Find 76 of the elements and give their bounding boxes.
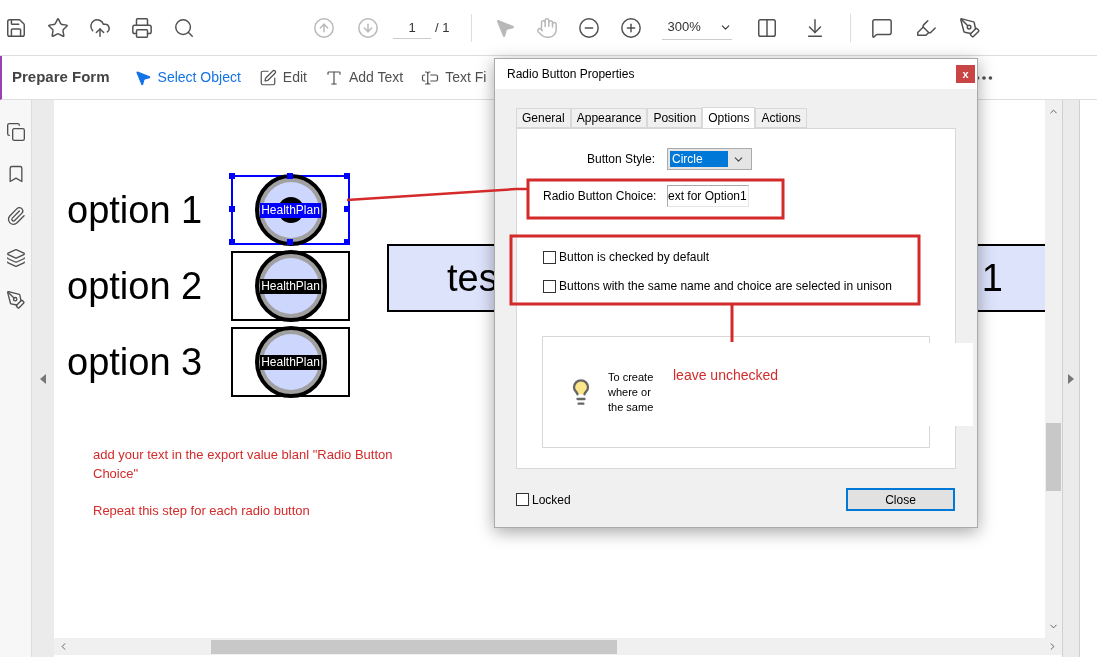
banner-text: 1 (981, 255, 1003, 301)
text-icon (324, 68, 343, 87)
dialog-tab[interactable]: Actions (755, 108, 807, 128)
instruction-note: Repeat this step for each radio button (93, 502, 311, 520)
collapse-arrow-icon[interactable] (40, 373, 46, 384)
expand-arrow-icon[interactable] (1068, 373, 1074, 384)
print-icon[interactable] (131, 16, 153, 39)
field-label: Button Style: (585, 151, 655, 168)
banner-text: tes (447, 255, 498, 301)
sign-icon[interactable] (959, 16, 982, 39)
scroll-thumb[interactable] (211, 639, 617, 654)
field-label: Radio Button Choice: (543, 188, 658, 205)
checkbox-label: Button is checked by default (559, 249, 710, 266)
close-button[interactable]: Close (846, 488, 955, 511)
resize-handle[interactable] (344, 206, 350, 212)
leader-line (730, 305, 734, 342)
zoom-dropdown[interactable]: 300% (662, 15, 733, 40)
resize-handle[interactable] (229, 206, 235, 212)
checkbox[interactable] (516, 493, 529, 506)
radio-widget[interactable]: HealthPlan (231, 175, 350, 245)
tool-button[interactable]: Edit (258, 67, 307, 88)
edit-icon (258, 68, 277, 87)
option-label: option 2 (67, 264, 204, 308)
option-label: option 1 (67, 188, 204, 232)
widget-label: HealthPlan (260, 278, 321, 294)
resize-handle[interactable] (229, 239, 235, 245)
page-total: / 1 (435, 18, 450, 37)
widget-label: HealthPlan (260, 354, 321, 370)
radio-widget[interactable]: HealthPlan (231, 251, 350, 321)
dialog-title: Radio Button Properties (507, 66, 635, 83)
fit-page-icon[interactable] (756, 16, 779, 39)
info-text: the same (608, 399, 654, 415)
search-icon[interactable] (173, 16, 195, 39)
sign-icon[interactable] (5, 290, 26, 310)
attachment-icon[interactable] (5, 206, 26, 226)
tool-button[interactable]: Text Fi (421, 67, 487, 88)
tool-button[interactable]: Add Text (324, 67, 404, 88)
widget-label: HealthPlan (260, 202, 321, 218)
vertical-scrollbar[interactable] (1045, 100, 1062, 638)
star-icon[interactable] (47, 16, 69, 39)
text-field-icon (421, 68, 440, 87)
scroll-thumb[interactable] (1046, 423, 1061, 491)
instruction-note: add your text in the export value blanl "Radio Button Choice" (93, 446, 393, 483)
resize-handle[interactable] (344, 173, 350, 179)
layers-icon[interactable] (5, 248, 26, 268)
pointer-icon (133, 68, 152, 87)
annotation-note: leave unchecked (673, 367, 779, 383)
horizontal-scrollbar[interactable] (54, 638, 1062, 655)
upload-icon[interactable] (89, 16, 111, 39)
page-field[interactable]: 1 (393, 16, 431, 39)
style-dropdown[interactable]: Circle (667, 148, 752, 170)
tool-button[interactable]: Select Object (133, 67, 241, 88)
choice-field[interactable]: ext for Option1 (667, 185, 749, 207)
resize-handle[interactable] (344, 239, 350, 245)
dialog-tab[interactable]: General (516, 108, 571, 128)
dialog-tab[interactable]: Options (702, 107, 756, 129)
checkbox-label: Buttons with the same name and choice are selected in unison (559, 278, 892, 295)
resize-handle[interactable] (286, 173, 293, 179)
zoom-in-icon[interactable] (620, 16, 643, 39)
checkbox[interactable] (543, 279, 556, 293)
resize-handle[interactable] (286, 239, 293, 245)
pages-icon[interactable] (5, 122, 26, 142)
checkbox[interactable] (543, 250, 556, 264)
dialog-tab[interactable]: Appearance (570, 108, 648, 128)
info-text: where or (608, 384, 652, 400)
title-bar-x-button[interactable]: x (956, 65, 975, 83)
toolbar-title: Prepare Form (12, 67, 110, 88)
zoom-out-icon[interactable] (578, 16, 601, 39)
radio-widget[interactable]: HealthPlan (231, 327, 350, 397)
dialog-tab[interactable]: Position (647, 108, 703, 128)
comment-icon[interactable] (871, 16, 894, 39)
resize-handle[interactable] (229, 173, 235, 179)
save-icon[interactable] (5, 16, 27, 39)
info-text: To create (608, 369, 654, 385)
checkbox-label: Locked (532, 491, 571, 509)
option-label: option 3 (67, 340, 204, 384)
